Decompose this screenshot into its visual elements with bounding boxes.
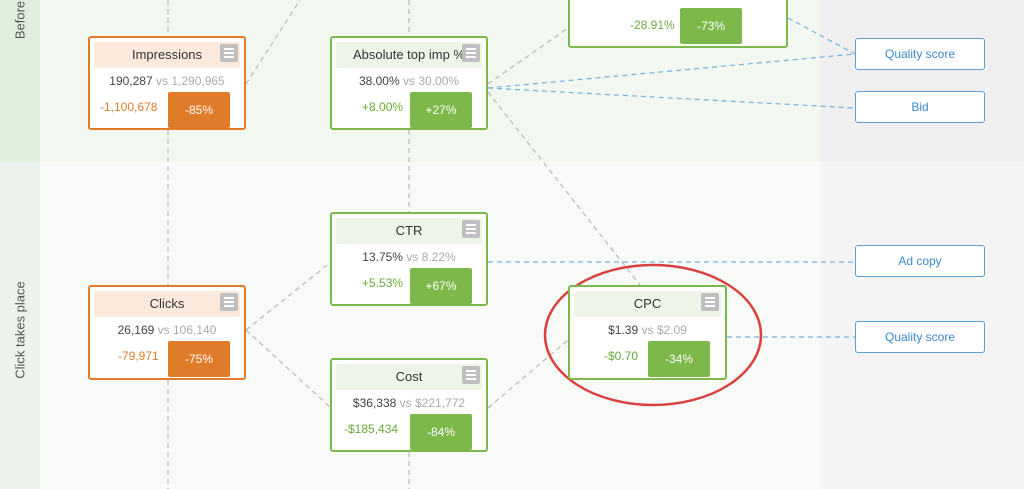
line-abstop-qs <box>487 53 856 89</box>
metric-delta: +8.00% <box>362 100 404 114</box>
metric-delta: -79,971 <box>118 349 159 363</box>
line-abstop-cpc <box>487 91 641 286</box>
metric-values: $1.39 vs $2.09 <box>608 323 687 337</box>
metric-card-cost[interactable]: Cost $36,338 vs $221,772 -$185,434 -84% <box>330 358 488 452</box>
line-abstop-partial <box>487 27 569 85</box>
metric-delta: -1,100,678 <box>100 100 158 114</box>
line-impressions-up <box>245 0 301 85</box>
line-partial-qs <box>787 17 856 55</box>
factor-quality-score-bottom[interactable]: Quality score <box>855 321 985 353</box>
metric-card-cpc[interactable]: CPC $1.39 vs $2.09 -$0.70 -34% <box>568 285 727 380</box>
metric-pct-badge: +27% <box>410 92 472 128</box>
menu-icon[interactable] <box>220 44 238 62</box>
metric-title: Cost <box>336 364 482 390</box>
metric-title: CTR <box>336 218 482 244</box>
metric-pct-badge: -75% <box>168 341 230 377</box>
metric-values: 26,169 vs 106,140 <box>117 323 217 337</box>
metric-delta: +5.53% <box>362 276 404 290</box>
metric-values: $36,338 vs $221,772 <box>352 396 466 410</box>
line-clicks-ctr <box>245 261 332 331</box>
line-clicks-cost <box>245 329 332 409</box>
metric-card-impressions[interactable]: Impressions 190,287 vs 1,290,965 -1,100,… <box>88 36 246 130</box>
metric-pct-badge: -85% <box>168 92 230 128</box>
menu-icon[interactable] <box>701 293 719 311</box>
metric-values: 190,287 vs 1,290,965 <box>109 74 225 88</box>
metric-card-absolute-top[interactable]: Absolute top imp % 38.00% vs 30.00% +8.0… <box>330 36 488 130</box>
menu-icon[interactable] <box>462 44 480 62</box>
line-cost-cpc <box>487 339 569 409</box>
metric-title: CPC <box>574 291 721 317</box>
metric-pct-badge: +67% <box>410 268 472 304</box>
metric-pct-badge: -34% <box>648 341 710 377</box>
metric-values: 13.75% vs 8.22% <box>362 250 456 264</box>
metric-card-partial[interactable]: -28.91% -73% <box>568 0 788 48</box>
metric-delta: -$185,434 <box>344 422 399 436</box>
factor-bid[interactable]: Bid <box>855 91 985 123</box>
menu-icon[interactable] <box>220 293 238 311</box>
menu-icon[interactable] <box>462 220 480 238</box>
metric-card-clicks[interactable]: Clicks 26,169 vs 106,140 -79,971 -75% <box>88 285 246 380</box>
metric-card-ctr[interactable]: CTR 13.75% vs 8.22% +5.53% +67% <box>330 212 488 306</box>
factor-quality-score-top[interactable]: Quality score <box>855 38 985 70</box>
metric-title: Clicks <box>94 291 240 317</box>
metric-title: Absolute top imp % <box>336 42 482 68</box>
metric-pct-badge: -84% <box>410 414 472 450</box>
metric-pct-badge: -73% <box>680 8 742 44</box>
factor-ad-copy[interactable]: Ad copy <box>855 245 985 277</box>
metric-delta: -28.91% <box>630 18 675 32</box>
menu-icon[interactable] <box>462 366 480 384</box>
metric-values: 38.00% vs 30.00% <box>358 74 460 88</box>
metric-title: Impressions <box>94 42 240 68</box>
line-abstop-bid <box>487 87 856 109</box>
metric-delta: -$0.70 <box>604 349 639 363</box>
